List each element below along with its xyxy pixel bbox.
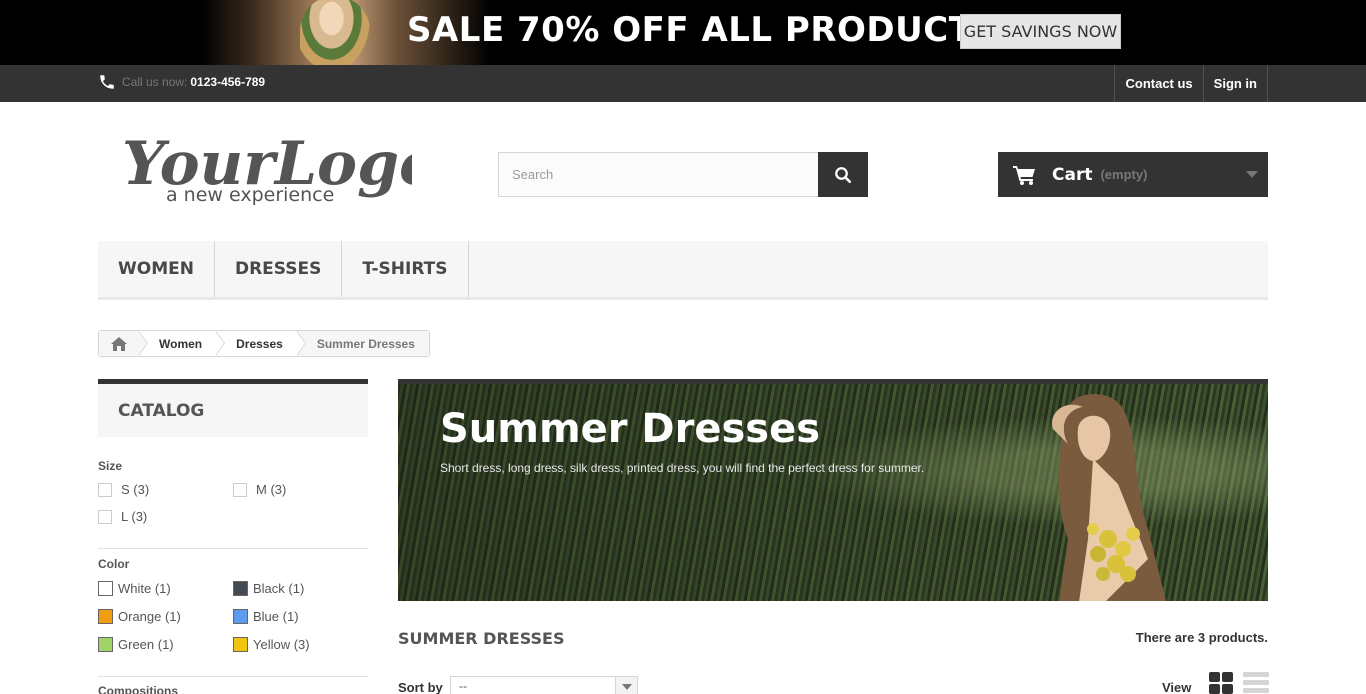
search-button[interactable]: [818, 152, 868, 197]
size-filter-s[interactable]: S (3): [98, 482, 149, 497]
view-label: View: [1162, 680, 1192, 694]
phone-number: 0123-456-789: [190, 75, 266, 89]
sort-by-value: --: [459, 679, 467, 693]
home-icon: [111, 336, 127, 351]
color-filter-green[interactable]: Green (1): [98, 637, 174, 652]
color-swatch[interactable]: [233, 637, 248, 652]
color-swatch[interactable]: [233, 581, 248, 596]
promo-headline: SALE 70% OFF ALL PRODUCTS: [407, 10, 998, 50]
search-form: [498, 152, 868, 197]
menu-item-dresses[interactable]: DRESSES: [215, 241, 343, 297]
color-swatch[interactable]: [98, 637, 113, 652]
breadcrumb: Women Dresses Summer Dresses: [98, 330, 430, 357]
logo-tagline: a new experience: [166, 184, 334, 206]
shopping-cart-icon: [1013, 165, 1035, 185]
checkbox[interactable]: [98, 509, 112, 524]
chevron-down-icon: [1246, 171, 1258, 178]
search-icon: [835, 166, 852, 183]
promo-banner[interactable]: SALE 70% OFF ALL PRODUCTS GET SAVINGS NO…: [0, 0, 1366, 65]
chevron-down-icon: [615, 677, 637, 694]
color-white-label: White (1): [118, 581, 171, 596]
size-l-label: L (3): [121, 509, 148, 524]
sort-by-select[interactable]: --: [450, 676, 638, 694]
sort-by-label: Sort by: [398, 680, 443, 694]
size-filter-m[interactable]: M (3): [233, 482, 286, 497]
category-banner-description: Short dress, long dress, silk dress, pri…: [440, 461, 925, 475]
checkbox[interactable]: [98, 482, 112, 497]
catalog-title: CATALOG: [98, 379, 368, 437]
category-banner-title: Summer Dresses: [440, 406, 821, 452]
main-menu: WOMEN DRESSES T-SHIRTS: [98, 241, 1268, 300]
divider: [98, 548, 368, 549]
cart-button[interactable]: Cart (empty): [998, 152, 1268, 197]
category-banner: Summer Dresses Short dress, long dress, …: [398, 379, 1268, 601]
product-count: There are 3 products.: [1135, 630, 1268, 645]
compositions-filter-title: Compositions: [98, 684, 178, 694]
color-green-label: Green (1): [118, 637, 174, 652]
menu-item-tshirts[interactable]: T-SHIRTS: [342, 241, 469, 297]
color-filter-yellow[interactable]: Yellow (3): [233, 637, 310, 652]
cart-status: (empty): [1100, 167, 1148, 182]
color-filter-title: Color: [98, 557, 130, 571]
size-s-label: S (3): [121, 482, 150, 497]
category-heading: SUMMER DRESSES: [398, 629, 565, 648]
get-savings-button[interactable]: GET SAVINGS NOW: [960, 14, 1121, 49]
size-m-label: M (3): [256, 482, 287, 497]
color-filter-blue[interactable]: Blue (1): [233, 609, 299, 624]
menu-item-women[interactable]: WOMEN: [98, 241, 215, 297]
phone-icon: [100, 75, 114, 89]
color-orange-label: Orange (1): [118, 609, 181, 624]
color-filter-white[interactable]: White (1): [98, 581, 171, 596]
color-swatch[interactable]: [98, 581, 113, 596]
model-with-flowers-image: [1052, 394, 1166, 601]
cart-label: Cart: [1052, 164, 1093, 185]
color-swatch[interactable]: [98, 609, 113, 624]
size-filter-title: Size: [98, 459, 123, 473]
call-label: Call us now:: [122, 75, 188, 89]
list-view-icon[interactable]: [1243, 672, 1269, 694]
checkbox[interactable]: [233, 482, 247, 497]
breadcrumb-home[interactable]: [99, 331, 139, 356]
breadcrumb-women[interactable]: Women: [137, 331, 216, 356]
divider: [98, 676, 368, 677]
contact-us-link[interactable]: Contact us: [1115, 65, 1204, 102]
color-filter-black[interactable]: Black (1): [233, 581, 304, 596]
account-links: Contact us Sign in: [1114, 65, 1268, 102]
search-input[interactable]: [498, 152, 818, 197]
top-nav-bar: Call us now: 0123-456-789 Contact us Sig…: [0, 65, 1366, 102]
grid-view-icon[interactable]: [1209, 672, 1233, 694]
color-swatch[interactable]: [233, 609, 248, 624]
color-black-label: Black (1): [253, 581, 305, 596]
sign-in-link[interactable]: Sign in: [1204, 65, 1268, 102]
color-filter-orange[interactable]: Orange (1): [98, 609, 181, 624]
store-logo[interactable]: YourLogo a new experience: [122, 122, 412, 210]
call-us-info: Call us now: 0123-456-789: [98, 73, 265, 91]
breadcrumb-current: Summer Dresses: [295, 331, 429, 356]
color-blue-label: Blue (1): [253, 609, 299, 624]
color-yellow-label: Yellow (3): [253, 637, 310, 652]
promo-model-figure: [300, 0, 370, 65]
breadcrumb-dresses[interactable]: Dresses: [215, 331, 297, 356]
size-filter-l[interactable]: L (3): [98, 509, 147, 524]
